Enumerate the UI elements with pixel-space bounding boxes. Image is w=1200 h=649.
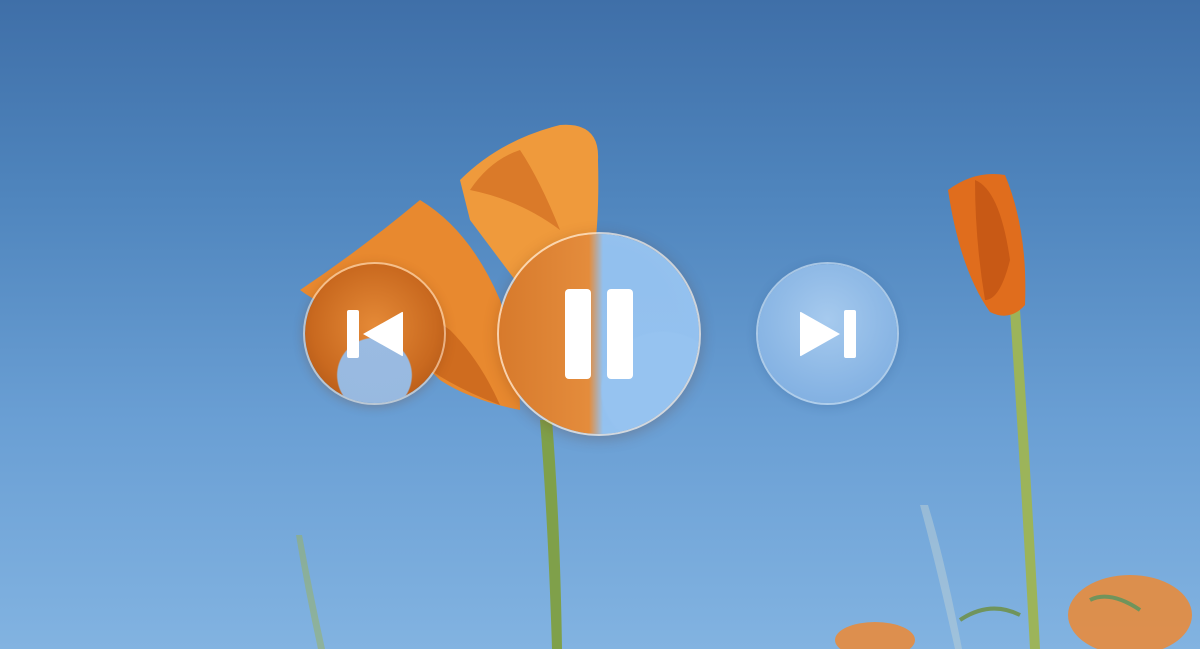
play-pause-button[interactable] <box>497 232 701 436</box>
skip-back-icon <box>345 308 405 360</box>
foreground-flowers <box>296 505 1192 649</box>
pause-icon <box>563 287 635 381</box>
previous-track-button[interactable] <box>303 262 446 405</box>
bud-poppy-flower <box>948 174 1040 649</box>
media-player-overlay <box>0 0 1200 649</box>
skip-forward-icon <box>798 308 858 360</box>
next-track-button[interactable] <box>756 262 899 405</box>
